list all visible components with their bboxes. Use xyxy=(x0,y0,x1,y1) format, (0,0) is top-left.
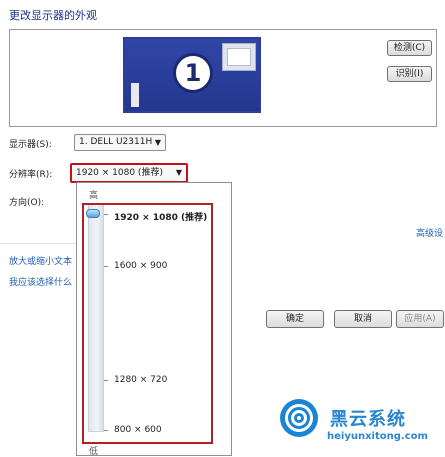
ok-button[interactable]: 确定 xyxy=(266,310,324,328)
divider xyxy=(0,243,76,244)
cancel-button[interactable]: 取消 xyxy=(334,310,392,328)
watermark-url: heiyunxitong.com xyxy=(327,431,428,442)
resolution-label: 分辨率(R): xyxy=(9,170,53,180)
display-select-value: 1. DELL U2311H xyxy=(79,137,153,147)
desktop-icons-strip xyxy=(131,83,139,107)
page-title: 更改显示器的外观 xyxy=(9,9,97,22)
detect-button[interactable]: 检测(C) xyxy=(387,40,432,56)
identify-button[interactable]: 识别(I) xyxy=(387,66,432,82)
apply-button[interactable]: 应用(A) xyxy=(396,310,444,328)
highlight-box xyxy=(82,203,213,444)
heiyun-logo-icon xyxy=(280,399,318,437)
slider-high-label: 高 xyxy=(89,191,99,201)
monitor-1-tile[interactable]: 1 xyxy=(123,37,261,113)
slider-low-label: 低 xyxy=(89,447,99,457)
watermark-brand: 黑云系统 xyxy=(330,409,406,430)
triangle-down-icon: ▼ xyxy=(175,168,182,177)
display-select[interactable]: 1. DELL U2311H ▼ xyxy=(74,134,166,151)
monitor-number-badge: 1 xyxy=(173,53,213,93)
resolution-select[interactable]: 1920 × 1080 (推荐) ▼ xyxy=(70,163,188,183)
help-link[interactable]: 我应该选择什么 xyxy=(9,275,72,288)
display-label: 显示器(S): xyxy=(9,140,52,150)
resolution-select-value: 1920 × 1080 (推荐) xyxy=(76,168,163,178)
triangle-down-icon: ▼ xyxy=(154,138,161,147)
window-thumbnail-inner-icon xyxy=(227,48,251,66)
advanced-settings-link[interactable]: 高级设 xyxy=(416,226,443,239)
text-size-link[interactable]: 放大或缩小文本 xyxy=(9,254,72,267)
orientation-label: 方向(O): xyxy=(9,198,45,208)
